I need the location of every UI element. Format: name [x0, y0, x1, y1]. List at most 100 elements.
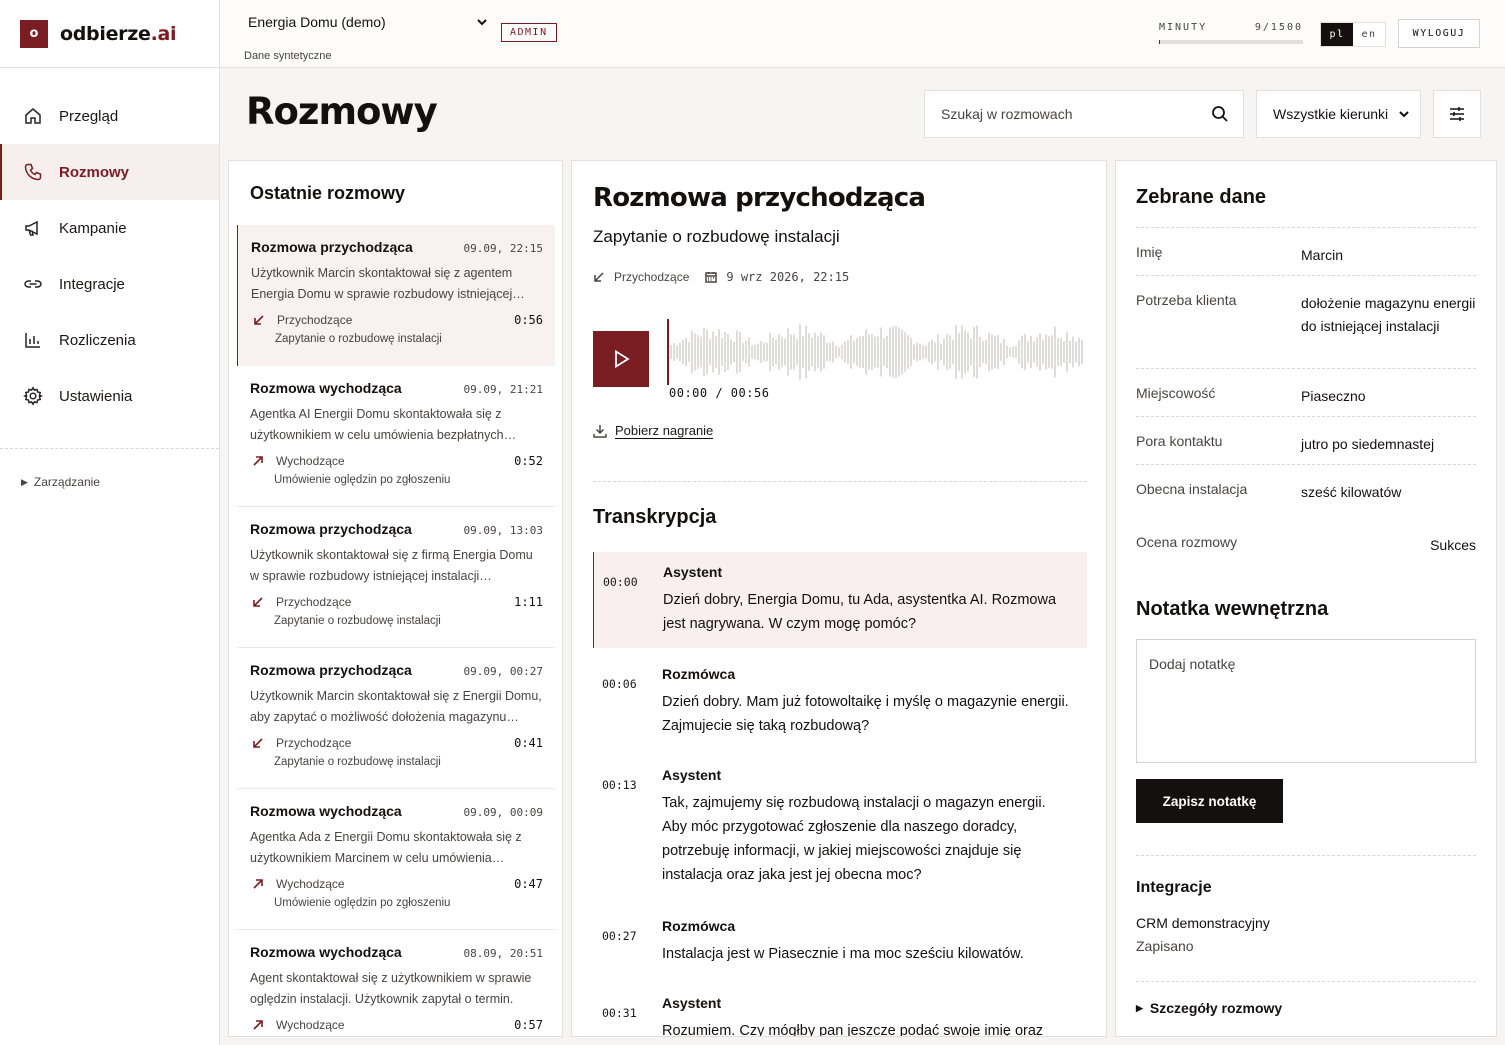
gear-icon — [23, 386, 43, 406]
logo-text: odbierze.ai — [60, 22, 177, 45]
call-details-label: Szczegóły rozmowy — [1149, 1000, 1283, 1016]
call-list-item-time: 09.09, 21:21 — [463, 383, 543, 396]
transcript-entry[interactable]: 00:31 Asystent Rozumiem. Czy mógłby pan je… — [593, 983, 1087, 1037]
nav-item-kampanie[interactable]: Kampanie — [0, 200, 219, 256]
call-list-item[interactable]: Rozmowa wychodząca 09.09, 21:21 Agentka AI… — [237, 366, 555, 507]
collected-field-key: Miejscowość — [1136, 385, 1216, 401]
call-list-item-direction: Przychodzące — [250, 595, 351, 609]
nav-item-label: Rozliczenia — [59, 331, 136, 349]
collected-data-heading: Zebrane dane — [1136, 186, 1267, 208]
call-list-item[interactable]: Rozmowa przychodząca 09.09, 13:03 Użytkown… — [237, 507, 555, 648]
call-list-item-duration: 0:56 — [514, 313, 543, 327]
call-list-item-duration: 0:47 — [514, 877, 543, 891]
collected-field-key: Ocena rozmowy — [1136, 534, 1238, 550]
language-switch: pl en — [1320, 22, 1386, 47]
call-list-item-direction: Przychodzące — [250, 736, 351, 750]
chevron-down-icon — [477, 19, 487, 26]
audio-waveform[interactable] — [667, 319, 1087, 385]
arrow-incoming-icon — [254, 315, 264, 325]
lang-pl[interactable]: pl — [1321, 23, 1353, 46]
search-icon[interactable] — [1211, 105, 1229, 123]
collected-field: Pora kontaktu jutro po siedemnastej — [1136, 416, 1476, 456]
arrow-outgoing-icon — [253, 879, 263, 889]
collected-field-key: Pora kontaktu — [1136, 433, 1223, 449]
nav-item-rozmowy[interactable]: Rozmowy — [0, 144, 219, 200]
play-icon — [615, 349, 630, 369]
recent-calls-panel: Ostatnie rozmowy Rozmowa przychodząca 09.… — [228, 160, 563, 1037]
transcript-entry[interactable]: 00:13 Asystent Tak, zajmujemy się rozbudow… — [593, 755, 1087, 899]
call-list-item-title: Rozmowa przychodząca — [250, 521, 412, 537]
call-details-toggle[interactable]: ▶ Szczegóły rozmowy — [1136, 1000, 1282, 1016]
caret-right-icon: ▶ — [1136, 1002, 1143, 1013]
transcript-timestamp[interactable]: 00:27 — [602, 929, 637, 943]
arrow-outgoing-icon — [253, 456, 263, 466]
tenant-select[interactable]: Energia Domu (demo) — [248, 14, 488, 30]
call-direction: Przychodzące — [593, 270, 689, 284]
call-list-item-summary: Agentka AI Energii Domu skontaktowała si… — [250, 407, 504, 442]
management-toggle[interactable]: ▶ Zarządzanie — [0, 449, 219, 489]
call-list-item-time: 09.09, 00:09 — [463, 806, 543, 819]
direction-filter-select[interactable]: Wszystkie kierunki — [1256, 90, 1421, 138]
call-list-item-direction: Wychodzące — [250, 877, 345, 891]
call-direction-label: Przychodzące — [614, 270, 690, 284]
collected-field-value: Marcin — [1301, 247, 1344, 263]
call-list-item-direction-label: Przychodzące — [277, 313, 353, 327]
transcript-entry[interactable]: 00:27 Rozmówca Instalacja jest w Piaseczni… — [593, 906, 1087, 978]
call-list-item-purpose: Zapytanie o rozbudowę instalacji — [274, 615, 441, 627]
transcript-text: Rozumiem. Czy mógłby pan jeszcze podać s… — [662, 1023, 1044, 1037]
call-list-item-duration: 1:11 — [514, 595, 543, 609]
search-box — [924, 90, 1244, 138]
call-list-item-time: 08.09, 20:51 — [463, 947, 543, 960]
collected-field-key: Imię — [1136, 244, 1163, 260]
minutes-progress — [1159, 40, 1303, 44]
transcript-timestamp[interactable]: 00:13 — [602, 778, 637, 792]
playback-timecode: 00:00 / 00:56 — [669, 386, 770, 400]
call-list-item[interactable]: Rozmowa przychodząca 09.09, 00:27 Użytkown… — [237, 648, 555, 789]
nav-item-przeglad[interactable]: Przegląd — [0, 88, 219, 144]
transcript-entry[interactable]: 00:00 Asystent Dzień dobry, Energia Domu, … — [593, 552, 1087, 648]
call-list-item-time: 09.09, 13:03 — [463, 524, 543, 537]
nav-item-rozliczenia[interactable]: Rozliczenia — [0, 312, 219, 368]
search-input[interactable] — [941, 106, 1191, 122]
lang-en[interactable]: en — [1353, 23, 1385, 46]
call-list-item-direction-label: Przychodzące — [276, 736, 352, 750]
transcript-entry[interactable]: 00:06 Rozmówca Dzień dobry. Mam już fotowo… — [593, 654, 1087, 750]
nav-item-integracje[interactable]: Integracje — [0, 256, 219, 312]
filters-button[interactable] — [1433, 90, 1481, 138]
download-icon — [593, 425, 607, 438]
collected-field: Ocena rozmowy Sukces — [1136, 512, 1476, 557]
play-button[interactable] — [593, 331, 649, 387]
page-title: Rozmowy — [246, 90, 438, 133]
logout-button[interactable]: WYLOGUJ — [1398, 19, 1480, 48]
collected-field-value: Sukces — [1430, 537, 1476, 553]
call-list-item[interactable]: Rozmowa wychodząca 09.09, 00:09 Agentka Ad… — [237, 789, 555, 930]
transcript-timestamp[interactable]: 00:00 — [603, 575, 638, 589]
call-list-item-direction-label: Wychodzące — [276, 877, 345, 891]
call-list-item-summary: Użytkownik Marcin skontaktował się z Ene… — [250, 689, 542, 724]
transcript-timestamp[interactable]: 00:31 — [602, 1006, 637, 1020]
call-list-item-duration: 0:52 — [514, 454, 543, 468]
call-list-item[interactable]: Rozmowa przychodząca 09.09, 22:15 Użytkown… — [237, 225, 555, 366]
divider — [1136, 981, 1476, 982]
nav-item-ustawienia[interactable]: Ustawienia — [0, 368, 219, 424]
download-label: Pobierz nagranie — [615, 423, 714, 439]
main-nav: Przegląd Rozmowy Kampanie Integracje Roz… — [0, 88, 219, 424]
collected-field-key: Potrzeba klienta — [1136, 292, 1237, 308]
call-list-item[interactable]: Rozmowa wychodząca 08.09, 20:51 Agent skon… — [237, 930, 555, 1036]
transcript-text: Dzień dobry. Mam już fotowoltaikę i myśl… — [662, 694, 1069, 734]
collected-field-value: Piaseczno — [1301, 388, 1366, 404]
download-recording-link[interactable]: Pobierz nagranie — [593, 423, 714, 439]
playhead[interactable] — [667, 319, 669, 385]
internal-note-textarea[interactable] — [1136, 639, 1476, 763]
chevron-down-icon — [1399, 111, 1409, 118]
collected-field-value: jutro po siedemnastej — [1301, 436, 1435, 452]
collected-field-key: Obecna instalacja — [1136, 481, 1248, 497]
transcript-timestamp[interactable]: 00:06 — [602, 677, 637, 691]
collected-field: Potrzeba klienta dołożenie magazynu energ… — [1136, 275, 1476, 338]
call-list-item-time: 09.09, 22:15 — [463, 242, 543, 255]
brand[interactable]: o odbierze.ai — [0, 0, 219, 68]
logo-mark: o — [20, 19, 48, 48]
save-note-button[interactable]: Zapisz notatkę — [1136, 779, 1283, 823]
minutes-usage: MINUTY 9/1500 — [1159, 22, 1303, 44]
call-datetime-label: 9 wrz 2026, 22:15 — [726, 270, 850, 284]
